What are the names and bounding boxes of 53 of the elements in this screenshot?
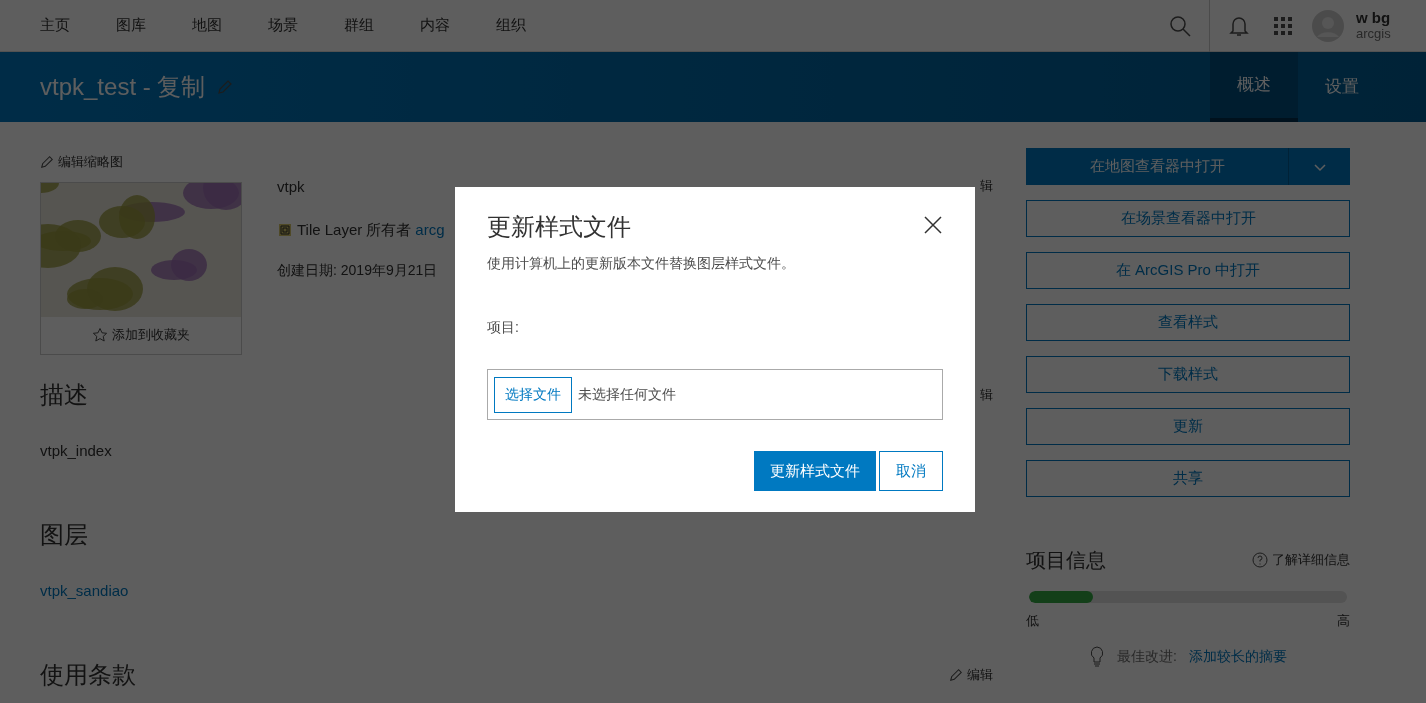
- choose-file-button[interactable]: 选择文件: [494, 376, 572, 413]
- nav-link[interactable]: 地图: [192, 14, 222, 37]
- nav-link[interactable]: 图库: [116, 14, 146, 37]
- item-summary: vtpk: [277, 177, 305, 197]
- cancel-button[interactable]: 取消: [879, 451, 943, 491]
- action-button[interactable]: 共享: [1026, 460, 1350, 497]
- layer-link[interactable]: vtpk_sandiao: [40, 581, 129, 599]
- owner-label: 所有者: [366, 219, 412, 240]
- action-button[interactable]: 更新: [1026, 408, 1350, 445]
- low-label: 低: [1026, 612, 1039, 630]
- section-text: vtpk_index: [40, 441, 112, 459]
- action-button[interactable]: 在 ArcGIS Pro 中打开: [1026, 252, 1350, 289]
- lightbulb-icon: [1089, 644, 1106, 669]
- nav-link[interactable]: 群组: [344, 14, 374, 37]
- favorite-link[interactable]: 添加到收藏夹: [112, 325, 190, 345]
- pencil-icon: [40, 154, 54, 169]
- high-label: 高: [1337, 612, 1350, 630]
- file-status: 未选择任何文件: [578, 385, 676, 404]
- user-name: w bg: [1356, 9, 1392, 26]
- dialog-title: 更新样式文件: [487, 212, 631, 242]
- item-title: vtpk_test - 复制: [40, 72, 206, 102]
- edit-title-icon: [217, 79, 234, 95]
- item-info-heading: 项目信息: [1026, 548, 1106, 573]
- nav-link[interactable]: 场景: [268, 14, 298, 37]
- section-heading: 使用条款: [40, 659, 136, 690]
- action-button[interactable]: 查看样式: [1026, 304, 1350, 341]
- dialog-subtitle: 使用计算机上的更新版本文件替换图层样式文件。: [487, 255, 795, 271]
- section-heading: 图层: [40, 519, 88, 550]
- owner-link[interactable]: arcg: [415, 218, 445, 241]
- tip-link[interactable]: 添加较长的摘要: [1188, 646, 1287, 667]
- search-icon[interactable]: [1168, 13, 1192, 38]
- close-icon[interactable]: [923, 215, 943, 235]
- created-date: 创建日期: 2019年9月21日: [277, 262, 438, 278]
- action-button[interactable]: 下载样式: [1026, 356, 1350, 393]
- header-tab[interactable]: 设置: [1298, 52, 1386, 122]
- nav-link[interactable]: 内容: [420, 14, 450, 37]
- update-button[interactable]: 更新样式文件: [754, 451, 876, 491]
- action-button[interactable]: 在场景查看器中打开: [1026, 200, 1350, 237]
- field-label: 项目:: [487, 319, 519, 335]
- star-icon[interactable]: [92, 327, 108, 343]
- edit-link[interactable]: 辑: [980, 176, 993, 199]
- item-type: Tile Layer: [297, 219, 363, 240]
- header-tab[interactable]: 概述: [1210, 52, 1298, 122]
- nav-link[interactable]: 主页: [40, 14, 70, 37]
- learn-more-link[interactable]: 了解详细信息: [1272, 550, 1350, 570]
- help-icon: [1252, 552, 1268, 568]
- section-heading: 描述: [40, 379, 88, 410]
- edit-link[interactable]: 编辑: [967, 664, 993, 685]
- tile-layer-icon: [277, 221, 293, 238]
- edit-link[interactable]: 辑: [980, 384, 993, 405]
- nav-link[interactable]: 组织: [496, 14, 526, 37]
- edit-thumbnail-link[interactable]: 编辑缩略图: [58, 152, 123, 172]
- file-input[interactable]: 选择文件 未选择任何文件: [487, 369, 943, 420]
